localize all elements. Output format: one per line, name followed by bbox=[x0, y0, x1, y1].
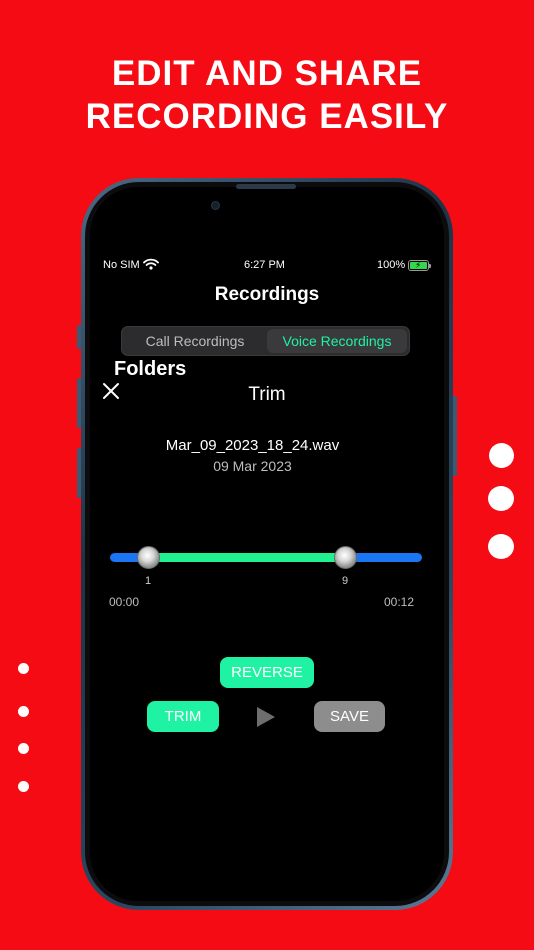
trim-start-value: 1 bbox=[145, 575, 152, 587]
promo-headline: EDIT AND SHARE RECORDING EASILY bbox=[0, 52, 534, 138]
decor-dot bbox=[18, 743, 29, 754]
reverse-button[interactable]: REVERSE bbox=[220, 657, 314, 688]
trim-button[interactable]: TRIM bbox=[147, 701, 219, 732]
file-name: Mar_09_2023_18_24.wav bbox=[165, 437, 340, 454]
phone-camera bbox=[211, 201, 220, 210]
status-carrier: No SIM bbox=[103, 259, 140, 271]
status-battery-percent: 100% bbox=[377, 259, 406, 271]
decor-dot bbox=[488, 534, 514, 559]
trim-start-handle[interactable] bbox=[137, 546, 160, 569]
headline-line-1: EDIT AND SHARE bbox=[111, 54, 423, 93]
trim-end-value: 9 bbox=[342, 575, 349, 587]
folders-heading: Folders bbox=[114, 358, 187, 380]
status-time: 6:27 PM bbox=[244, 259, 285, 271]
battery-icon: ⚡ bbox=[408, 260, 431, 271]
decor-dot bbox=[18, 781, 29, 792]
save-button[interactable]: SAVE bbox=[314, 701, 385, 732]
decor-dot bbox=[488, 486, 514, 511]
wifi-icon bbox=[143, 258, 159, 270]
file-date: 09 Mar 2023 bbox=[213, 458, 292, 474]
trim-range-selection bbox=[148, 553, 345, 562]
segment-call-recordings[interactable]: Call Recordings bbox=[124, 329, 266, 353]
recordings-segmented-control: Call Recordings Voice Recordings bbox=[121, 326, 410, 356]
trim-title: Trim bbox=[248, 384, 286, 405]
headline-line-2: RECORDING EASILY bbox=[85, 97, 449, 136]
screen-title: Recordings bbox=[214, 284, 320, 305]
decor-dot bbox=[18, 706, 29, 717]
decor-dot bbox=[489, 443, 514, 468]
play-icon[interactable] bbox=[256, 707, 276, 727]
decor-dot bbox=[18, 663, 29, 674]
end-time: 00:12 bbox=[384, 595, 415, 609]
phone-speaker bbox=[236, 184, 296, 189]
start-time: 00:00 bbox=[109, 595, 140, 609]
trim-end-handle[interactable] bbox=[334, 546, 357, 569]
segment-voice-recordings[interactable]: Voice Recordings bbox=[267, 329, 407, 353]
